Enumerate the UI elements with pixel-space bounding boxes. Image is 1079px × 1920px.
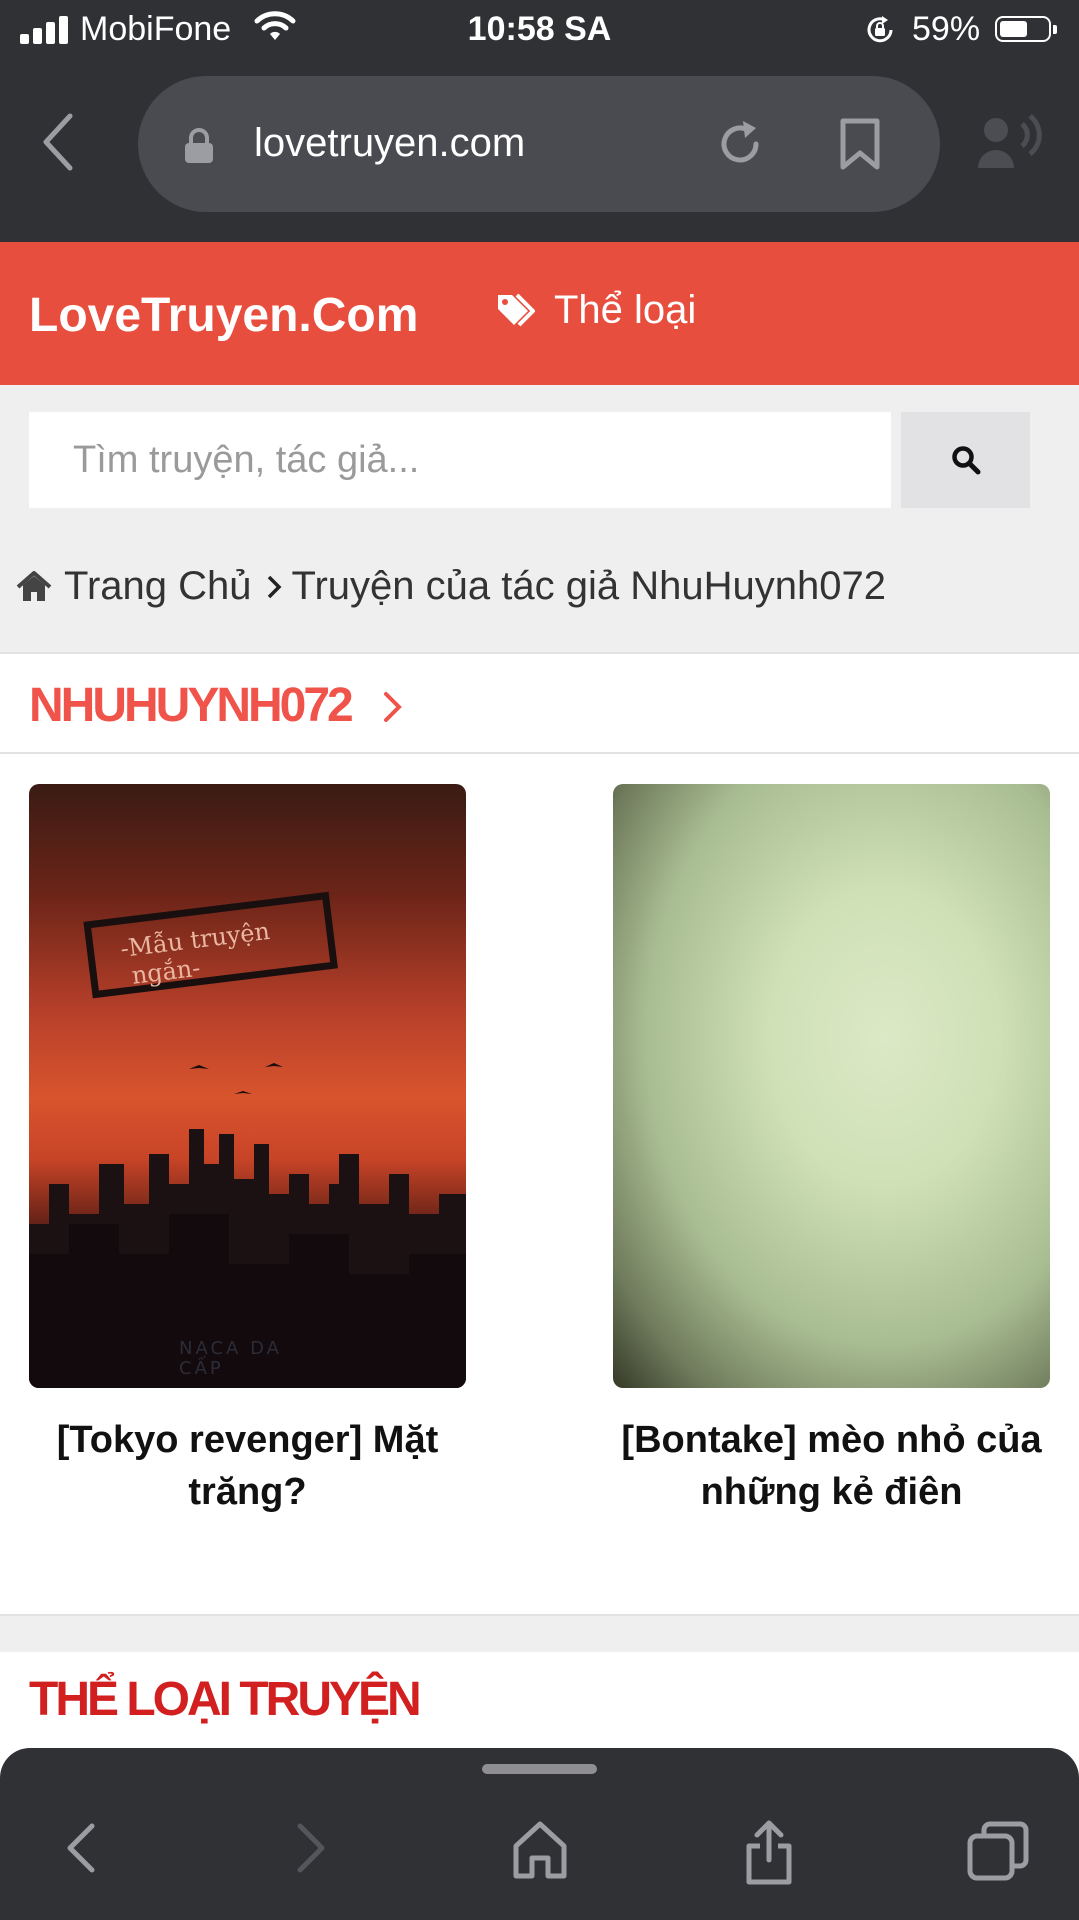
breadcrumb: Trang Chủ Truyện của tác giả NhuHuynh072 [16, 564, 886, 609]
home-icon[interactable] [512, 1820, 568, 1885]
author-title[interactable]: NHUHUYNH072 [29, 678, 354, 733]
story-card[interactable]: -Mẫu truyện ngắn- NACA DA CẤP [Tokyo rev… [29, 784, 466, 1518]
chevron-right-icon[interactable] [382, 690, 404, 729]
battery-level [1000, 21, 1027, 37]
chevron-right-icon [266, 574, 282, 600]
reload-icon[interactable] [714, 118, 766, 175]
story-cover[interactable] [613, 784, 1050, 1388]
search-input[interactable] [29, 412, 891, 508]
genre-section-title: THỂ LOẠI TRUYỆN [29, 1673, 422, 1726]
orientation-lock-icon [864, 14, 896, 51]
address-bar[interactable]: lovetruyen.com [138, 76, 940, 212]
genre-menu-label: Thể loại [554, 288, 697, 332]
bookmark-icon[interactable] [838, 118, 882, 175]
tags-icon [498, 293, 535, 326]
url-text: lovetruyen.com [254, 121, 526, 165]
site-logo[interactable]: LoveTruyen.Com [29, 288, 418, 343]
battery-percent: 59% [912, 10, 981, 48]
cover-footer-text: NACA DA [179, 1338, 282, 1359]
site-header: LoveTruyen.Com Thể loại [0, 242, 1079, 385]
back-icon [43, 113, 73, 171]
lock-icon [184, 128, 214, 169]
browser-back-button[interactable] [38, 112, 94, 176]
browser-chrome: MobiFone 10:58 SA 59% lovetruyen.com [0, 0, 1079, 242]
breadcrumb-home[interactable]: Trang Chủ [64, 564, 252, 609]
status-bar: MobiFone 10:58 SA 59% [0, 0, 1079, 60]
story-title[interactable]: [Bontake] mèo nhỏ của những kẻ điên [613, 1414, 1050, 1518]
search-button[interactable] [901, 412, 1030, 508]
svg-text:CẤP: CẤP [179, 1355, 224, 1379]
author-stories-section: NHUHUYNH072 -Mẫu truyện ngắn- NACA DA CẤ [0, 652, 1079, 1616]
battery-icon [995, 16, 1057, 42]
search-icon [952, 446, 981, 475]
speaker-icon[interactable] [976, 112, 1046, 175]
browser-toolbar [0, 1748, 1079, 1920]
breadcrumb-current: Truyện của tác giả NhuHuynh072 [291, 564, 886, 608]
back-icon[interactable] [62, 1820, 102, 1881]
forward-icon[interactable] [290, 1820, 330, 1881]
story-title[interactable]: [Tokyo revenger] Mặt trăng? [29, 1414, 466, 1518]
share-icon[interactable] [744, 1820, 794, 1891]
home-icon[interactable] [16, 570, 52, 603]
toolbar-handle[interactable] [482, 1764, 597, 1774]
section-divider [0, 752, 1079, 754]
genre-menu-link[interactable]: Thể loại [496, 288, 696, 333]
story-cover[interactable]: -Mẫu truyện ngắn- NACA DA CẤP [29, 784, 466, 1388]
tabs-icon[interactable] [966, 1820, 1030, 1887]
story-card[interactable]: [Bontake] mèo nhỏ của những kẻ điên [613, 784, 1050, 1518]
